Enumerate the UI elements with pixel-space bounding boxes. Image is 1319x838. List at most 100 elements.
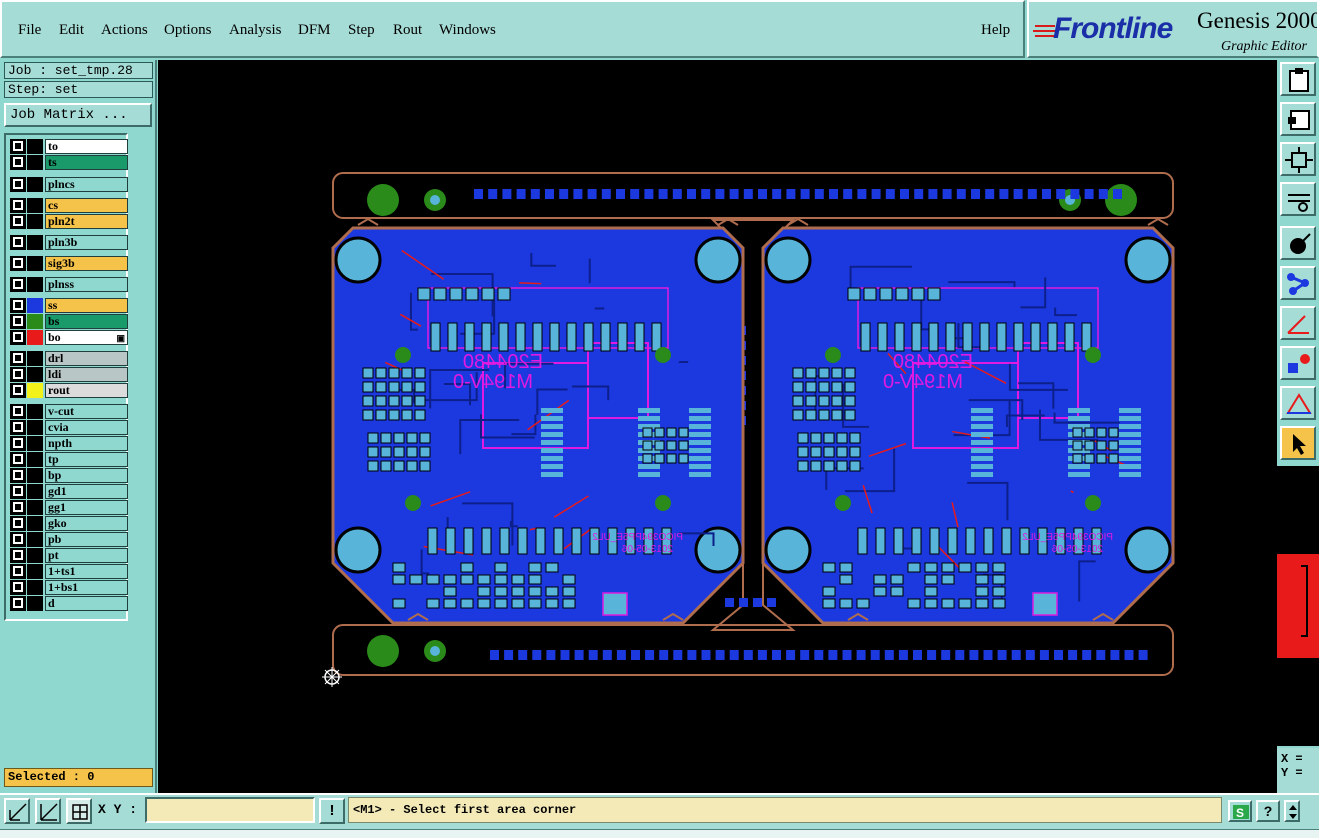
window-icon[interactable] bbox=[1280, 102, 1316, 136]
menu-help[interactable]: Help bbox=[981, 22, 1010, 39]
help-icon[interactable]: ? bbox=[1256, 800, 1280, 822]
layer-color-swatch[interactable] bbox=[27, 404, 43, 419]
layer-color-swatch[interactable] bbox=[27, 436, 43, 451]
layer-color-swatch[interactable] bbox=[27, 548, 43, 563]
layer-checkbox[interactable] bbox=[10, 596, 26, 611]
layer-checkbox[interactable] bbox=[10, 139, 26, 154]
layer-checkbox[interactable] bbox=[10, 468, 26, 483]
layer-name[interactable]: sig3b bbox=[45, 256, 128, 271]
layer-checkbox[interactable] bbox=[10, 235, 26, 250]
layer-row-d[interactable]: d bbox=[9, 596, 128, 611]
layer-row-ts[interactable]: ts bbox=[9, 155, 128, 170]
layer-checkbox[interactable] bbox=[10, 516, 26, 531]
layer-name[interactable]: to bbox=[45, 139, 128, 154]
layer-name[interactable]: plncs bbox=[45, 177, 128, 192]
layer-checkbox[interactable] bbox=[10, 198, 26, 213]
menu-file[interactable]: File bbox=[18, 22, 41, 39]
layer-row-rout[interactable]: rout bbox=[9, 383, 128, 398]
layer-color-swatch[interactable] bbox=[27, 564, 43, 579]
layer-checkbox[interactable] bbox=[10, 532, 26, 547]
layer-color-swatch[interactable] bbox=[27, 198, 43, 213]
layer-name[interactable]: ldi bbox=[45, 367, 128, 382]
layer-color-swatch[interactable] bbox=[27, 298, 43, 313]
layer-row-plnss[interactable]: plnss bbox=[9, 277, 128, 292]
layer-row-1-bs1[interactable]: 1+bs1 bbox=[9, 580, 128, 595]
layer-checkbox[interactable] bbox=[10, 500, 26, 515]
ruler-icon[interactable] bbox=[1280, 386, 1316, 420]
layer-name[interactable]: cvia bbox=[45, 420, 128, 435]
layer-checkbox[interactable] bbox=[10, 155, 26, 170]
layer-name[interactable]: gg1 bbox=[45, 500, 128, 515]
layer-name[interactable]: d bbox=[45, 596, 128, 611]
layer-row-pb[interactable]: pb bbox=[9, 532, 128, 547]
layer-name[interactable]: pln3b bbox=[45, 235, 128, 250]
layer-row-bs[interactable]: bs bbox=[9, 314, 128, 329]
snap-center-icon[interactable] bbox=[66, 798, 92, 824]
layer-row-v-cut[interactable]: v-cut bbox=[9, 404, 128, 419]
layer-row-cs[interactable]: cs bbox=[9, 198, 128, 213]
net-icon[interactable] bbox=[1280, 266, 1316, 300]
layer-row-sig3b[interactable]: sig3b bbox=[9, 256, 128, 271]
layer-color-swatch[interactable] bbox=[27, 314, 43, 329]
menu-step[interactable]: Step bbox=[348, 22, 375, 39]
layer-color-swatch[interactable] bbox=[27, 383, 43, 398]
panel-minimap[interactable] bbox=[1277, 466, 1319, 746]
layer-name[interactable]: 1+bs1 bbox=[45, 580, 128, 595]
layer-color-swatch[interactable] bbox=[27, 500, 43, 515]
feature-icon[interactable] bbox=[1280, 226, 1316, 260]
layer-name[interactable]: v-cut bbox=[45, 404, 128, 419]
layer-row-cvia[interactable]: cvia bbox=[9, 420, 128, 435]
layer-checkbox[interactable] bbox=[10, 420, 26, 435]
layer-checkbox[interactable] bbox=[10, 256, 26, 271]
layer-row-bo[interactable]: bo ▣ bbox=[9, 330, 128, 345]
layer-row-pln2t[interactable]: pln2t bbox=[9, 214, 128, 229]
layer-name[interactable]: pln2t bbox=[45, 214, 128, 229]
layer-color-swatch[interactable] bbox=[27, 468, 43, 483]
layer-checkbox[interactable] bbox=[10, 277, 26, 292]
layer-color-swatch[interactable] bbox=[27, 256, 43, 271]
graphic-canvas[interactable]: E204480 M194V-0 PICO394PP5E_UL2 2013-05-06 E… bbox=[158, 60, 1277, 793]
snap-angle-icon[interactable] bbox=[35, 798, 61, 824]
layer-color-swatch[interactable] bbox=[27, 420, 43, 435]
measure-icon[interactable] bbox=[1280, 306, 1316, 340]
job-matrix-button[interactable]: Job Matrix ... bbox=[4, 103, 152, 127]
layer-row-npth[interactable]: npth bbox=[9, 436, 128, 451]
layer-row-to[interactable]: to bbox=[9, 139, 128, 154]
layer-checkbox[interactable] bbox=[10, 298, 26, 313]
layer-name[interactable]: plnss bbox=[45, 277, 128, 292]
clipboard-icon[interactable] bbox=[1280, 62, 1316, 96]
layer-name[interactable]: pb bbox=[45, 532, 128, 547]
layer-color-swatch[interactable] bbox=[27, 214, 43, 229]
pcb-panel-drawing[interactable]: E204480M194V-0PICO394PP5E_UL22013-05-06E… bbox=[158, 60, 1277, 793]
layer-checkbox[interactable] bbox=[10, 404, 26, 419]
layer-checkbox[interactable] bbox=[10, 452, 26, 467]
snap-grid-icon[interactable] bbox=[4, 798, 30, 824]
menu-rout[interactable]: Rout bbox=[393, 22, 422, 39]
menu-options[interactable]: Options bbox=[164, 22, 212, 39]
layer-row-drl[interactable]: drl bbox=[9, 351, 128, 366]
layer-name[interactable]: bs bbox=[45, 314, 128, 329]
layer-color-swatch[interactable] bbox=[27, 139, 43, 154]
xy-input[interactable] bbox=[145, 797, 315, 823]
layer-checkbox[interactable] bbox=[10, 314, 26, 329]
layer-row-bp[interactable]: bp bbox=[9, 468, 128, 483]
layer-checkbox[interactable] bbox=[10, 580, 26, 595]
layer-checkbox[interactable] bbox=[10, 330, 26, 345]
menu-dfm[interactable]: DFM bbox=[298, 22, 331, 39]
menu-edit[interactable]: Edit bbox=[59, 22, 84, 39]
layer-name[interactable]: 1+ts1 bbox=[45, 564, 128, 579]
s-script-icon[interactable]: S bbox=[1228, 800, 1252, 822]
layer-row-gko[interactable]: gko bbox=[9, 516, 128, 531]
layer-checkbox[interactable] bbox=[10, 351, 26, 366]
layer-checkbox[interactable] bbox=[10, 484, 26, 499]
layer-name[interactable]: bp bbox=[45, 468, 128, 483]
layer-checkbox[interactable] bbox=[10, 383, 26, 398]
layer-color-swatch[interactable] bbox=[27, 177, 43, 192]
layer-name[interactable]: bo ▣ bbox=[45, 330, 128, 345]
layer-name[interactable]: cs bbox=[45, 198, 128, 213]
snap-icon[interactable] bbox=[1280, 182, 1316, 216]
layer-row-ldi[interactable]: ldi bbox=[9, 367, 128, 382]
layer-name[interactable]: ss bbox=[45, 298, 128, 313]
layer-color-swatch[interactable] bbox=[27, 580, 43, 595]
layer-row-gg1[interactable]: gg1 bbox=[9, 500, 128, 515]
